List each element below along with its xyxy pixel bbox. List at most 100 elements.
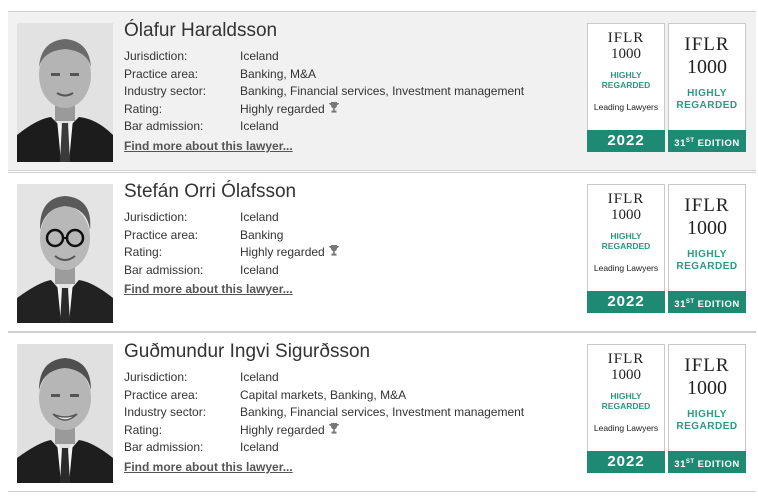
edition-number: 31 [674, 299, 686, 310]
badge-rating: HIGHLY REGARDED [669, 409, 745, 433]
find-more-link[interactable]: Find more about this lawyer... [124, 460, 293, 474]
badge-brand: IFLR [684, 195, 730, 216]
badge-leading-lawyers: Leading Lawyers [593, 423, 659, 433]
badge-edition: 31ST EDITION [668, 130, 746, 152]
find-more-link[interactable]: Find more about this lawyer... [124, 139, 293, 153]
field-label: Practice area: [124, 387, 199, 402]
field-value: Highly regarded [240, 245, 325, 259]
badge-brand: IFLR [607, 351, 645, 367]
badge-number: 1000 [611, 367, 641, 383]
field-label: Industry sector: [124, 405, 207, 419]
badge-year: 2022 [587, 451, 665, 473]
field-label: Jurisdiction: [124, 370, 188, 384]
badge-regarded: REGARDED [601, 401, 651, 412]
badge-highly: HIGHLY [687, 88, 727, 99]
field-row: Bar admission: Iceland [124, 118, 524, 136]
field-row: Jurisdiction: Iceland [124, 48, 524, 66]
badge-year: 2022 [587, 130, 665, 152]
badge-brand: IFLR [684, 34, 730, 55]
lawyer-name: Stefán Orri Ólafsson [124, 181, 297, 202]
field-label: Bar admission: [124, 119, 204, 133]
badge-regarded: REGARDED [676, 421, 738, 432]
field-row: Bar admission: Iceland [124, 262, 339, 280]
field-row: Practice area: Banking [124, 227, 339, 245]
badge-regarded: REGARDED [601, 80, 651, 91]
field-label: Rating: [124, 101, 163, 116]
field-label: Rating: [124, 422, 163, 437]
badge-leading-lawyers: Leading Lawyers [593, 263, 659, 273]
field-row: Jurisdiction: Iceland [124, 209, 339, 227]
field-label: Rating: [124, 245, 163, 259]
badge-regarded: REGARDED [676, 261, 738, 272]
field-label: Industry sector: [124, 84, 207, 98]
field-value: Iceland [240, 210, 279, 224]
field-label: Practice area: [124, 66, 199, 81]
badge-highly: HIGHLY [610, 231, 642, 241]
lawyer-card: Guðmundur Ingvi Sigurðsson Jurisdiction:… [8, 332, 756, 492]
badge-number: 1000 [687, 377, 727, 399]
badge-highly: HIGHLY [610, 391, 642, 401]
lawyer-name: Ólafur Haraldsson [124, 20, 278, 41]
field-row: Industry sector: Banking, Financial servi… [124, 404, 524, 422]
iflr-edition-badge: IFLR 1000 HIGHLY REGARDED 31ST EDITION [668, 23, 746, 152]
field-label: Bar admission: [124, 440, 204, 454]
badge-brand: IFLR [684, 355, 730, 376]
field-row: Practice area: Banking, M&A [124, 66, 524, 84]
field-value: Highly regarded [240, 101, 325, 116]
lawyer-fields: Jurisdiction: Iceland Practice area: Banki… [124, 209, 339, 279]
edition-word: EDITION [697, 459, 740, 470]
badge-number: 1000 [611, 207, 641, 223]
edition-suffix: ST [685, 299, 695, 305]
edition-word: EDITION [697, 138, 740, 149]
field-row: Rating: Highly regarded [124, 244, 339, 262]
iflr-edition-badge: IFLR 1000 HIGHLY REGARDED 31ST EDITION [668, 184, 746, 313]
iflr-leading-lawyers-badge: IFLR 1000 HIGHLY REGARDED Leading Lawyers… [587, 23, 665, 152]
field-value: Banking [240, 227, 284, 242]
badge-rating: HIGHLY REGARDED [588, 231, 664, 251]
iflr-leading-lawyers-badge: IFLR 1000 HIGHLY REGARDED Leading Lawyers… [587, 184, 665, 313]
iflr-leading-lawyers-badge: IFLR 1000 HIGHLY REGARDED Leading Lawyers… [587, 344, 665, 473]
field-value: Iceland [240, 49, 279, 63]
field-label: Jurisdiction: [124, 210, 188, 224]
field-row: Practice area: Capital markets, Banking, … [124, 387, 524, 405]
trophy-icon [328, 422, 339, 440]
lawyer-photo [17, 344, 113, 483]
lawyer-card: Ólafur Haraldsson Jurisdiction: Iceland P… [8, 11, 756, 171]
field-row: Jurisdiction: Iceland [124, 369, 524, 387]
badge-leading-lawyers: Leading Lawyers [593, 102, 659, 112]
edition-number: 31 [674, 138, 686, 149]
field-row: Rating: Highly regarded [124, 422, 524, 440]
badge-rating: HIGHLY REGARDED [588, 70, 664, 90]
lawyer-fields: Jurisdiction: Iceland Practice area: Banki… [124, 48, 524, 136]
edition-suffix: ST [685, 459, 695, 465]
trophy-icon [328, 101, 339, 119]
iflr-edition-badge: IFLR 1000 HIGHLY REGARDED 31ST EDITION [668, 344, 746, 473]
edition-number: 31 [674, 459, 686, 470]
field-value: Banking, Financial services, Investment … [240, 84, 525, 98]
lawyer-card: Stefán Orri Ólafsson Jurisdiction: Icelan… [8, 172, 756, 332]
badge-rating: HIGHLY REGARDED [669, 88, 745, 112]
badge-rating: HIGHLY REGARDED [669, 249, 745, 273]
lawyer-photo [17, 184, 113, 323]
lawyer-name: Guðmundur Ingvi Sigurðsson [124, 341, 371, 362]
lawyer-list: Ólafur Haraldsson Jurisdiction: Iceland P… [0, 0, 758, 502]
badge-number: 1000 [687, 56, 727, 78]
field-value: Iceland [240, 119, 279, 133]
field-label: Jurisdiction: [124, 49, 188, 63]
badge-year: 2022 [587, 291, 665, 313]
field-label: Practice area: [124, 227, 199, 242]
badge-regarded: REGARDED [676, 100, 738, 111]
badge-highly: HIGHLY [687, 249, 727, 260]
lawyer-photo [17, 23, 113, 162]
field-value: Iceland [240, 262, 279, 277]
badge-brand: IFLR [607, 191, 645, 207]
badge-rating: HIGHLY REGARDED [588, 391, 664, 411]
field-value: Iceland [240, 440, 279, 454]
field-value: Banking, Financial services, Investment … [240, 405, 525, 419]
badge-number: 1000 [611, 46, 641, 62]
lawyer-fields: Jurisdiction: Iceland Practice area: Capit… [124, 369, 524, 457]
badge-brand: IFLR [607, 30, 645, 46]
badge-edition: 31ST EDITION [668, 291, 746, 313]
find-more-link[interactable]: Find more about this lawyer... [124, 282, 293, 296]
field-value: Banking, M&A [240, 66, 317, 81]
